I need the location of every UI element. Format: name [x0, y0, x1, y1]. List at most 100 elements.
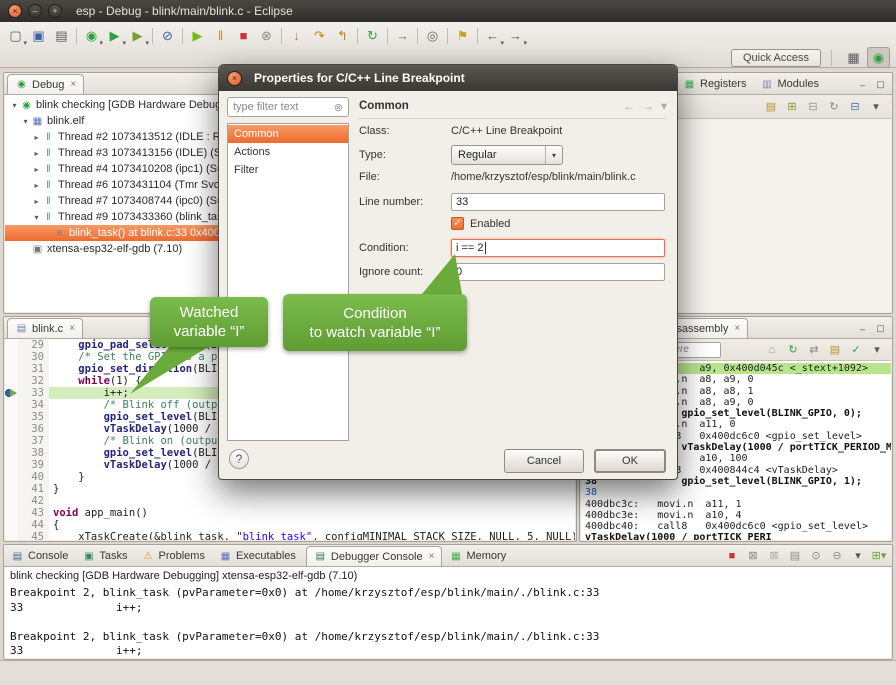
tab-console[interactable]: ▤Console	[4, 546, 75, 566]
refresh-icon[interactable]: ↻	[784, 341, 802, 358]
cancel-button[interactable]: Cancel	[504, 449, 584, 473]
back-icon[interactable]: ←▾	[481, 25, 504, 46]
restart-icon[interactable]: ↻	[361, 25, 384, 46]
expander-icon[interactable]: ▸	[31, 181, 42, 190]
remove-launch-icon[interactable]: ⊠	[744, 547, 762, 564]
ruler-cell	[5, 507, 18, 519]
expander-icon[interactable]: ▸	[31, 165, 42, 174]
debug-tree-item-label: Thread #4 1073410208 (ipc1) (Susp	[58, 163, 235, 175]
print-icon[interactable]: ▤	[50, 25, 73, 46]
minimize-view-icon[interactable]: –	[855, 322, 870, 335]
run-icon[interactable]: ▶▾	[103, 25, 126, 46]
console-output[interactable]: Breakpoint 2, blink_task (pvParameter=0x…	[5, 586, 891, 658]
filter-input[interactable]: type filter text ⊗	[227, 97, 349, 117]
restore-groups-icon[interactable]: ↻	[825, 98, 843, 115]
maximize-view-icon[interactable]: ▢	[873, 322, 888, 335]
line-number: 32	[18, 375, 49, 387]
enabled-label: Enabled	[470, 218, 510, 230]
view-window-buttons: – ▢	[855, 78, 892, 94]
home-icon[interactable]: ⌂	[763, 341, 781, 358]
expander-icon[interactable]: ▸	[31, 133, 42, 142]
tab-memory[interactable]: ▦Memory	[442, 546, 513, 566]
disconnect-icon[interactable]: ⊗	[255, 25, 278, 46]
quick-access-button[interactable]: Quick Access	[731, 49, 821, 67]
tab-blink-c[interactable]: ▤ blink.c ×	[7, 318, 83, 338]
sync-selection-icon[interactable]: ⇄	[805, 341, 823, 358]
line-number-input[interactable]: 33	[451, 193, 665, 211]
dialog-nav-item-common[interactable]: Common	[228, 125, 348, 143]
view-menu-icon[interactable]: ▾	[868, 341, 886, 358]
forward-icon[interactable]: →	[642, 99, 654, 113]
scroll-lock-icon[interactable]: ⊙	[807, 547, 825, 564]
show-source-icon[interactable]: ▤	[826, 341, 844, 358]
tab-modules[interactable]: ▥Modules	[753, 74, 826, 94]
remove-all-launches-icon[interactable]: ⊠	[765, 547, 783, 564]
external-tools-icon[interactable]: ▶▾	[126, 25, 149, 46]
step-into-icon[interactable]: ↓	[285, 25, 308, 46]
terminate-icon[interactable]: ■	[723, 547, 741, 564]
expander-icon[interactable]: ▸	[31, 149, 42, 158]
minimize-view-icon[interactable]: –	[855, 78, 870, 91]
close-tab-icon[interactable]: ×	[69, 323, 75, 334]
skip-breakpoints-icon[interactable]: ⊘	[156, 25, 179, 46]
step-over-icon[interactable]: ↷	[308, 25, 331, 46]
view-menu-icon[interactable]: ▾	[661, 99, 667, 113]
code-text: xTaskCreate(&blink_task, "blink_task", c…	[49, 531, 575, 540]
tab-executables[interactable]: ▦Executables	[212, 546, 303, 566]
resume-icon[interactable]: ▶	[186, 25, 209, 46]
display-console-icon[interactable]: ▾	[849, 547, 867, 564]
dialog-close-icon[interactable]: ×	[227, 71, 242, 86]
suspend-icon[interactable]: ‖	[209, 25, 232, 46]
dialog-nav-item-filter[interactable]: Filter	[228, 161, 348, 179]
step-return-icon[interactable]: ↰	[331, 25, 354, 46]
close-tab-icon[interactable]: ×	[70, 79, 76, 90]
type-dropdown[interactable]: Regular ▾	[451, 145, 563, 165]
save-icon[interactable]: ▣	[27, 25, 50, 46]
close-tab-icon[interactable]: ×	[734, 323, 740, 334]
show-columns-icon[interactable]: ▤	[762, 98, 780, 115]
close-tab-icon[interactable]: ×	[429, 551, 435, 562]
instruction-stepping-icon[interactable]: →	[391, 25, 414, 46]
new-wizard-icon[interactable]: ▢▾	[4, 25, 27, 46]
add-register-group-icon[interactable]: ⊞	[783, 98, 801, 115]
remove-register-group-icon[interactable]: ⊟	[804, 98, 822, 115]
tab-problems[interactable]: ⚠Problems	[134, 546, 211, 566]
view-menu-icon[interactable]: ▾	[867, 98, 885, 115]
clear-console-icon[interactable]: ▤	[786, 547, 804, 564]
pin-console-icon[interactable]: ⊖	[828, 547, 846, 564]
enabled-checkbox[interactable]: ✓	[451, 217, 464, 230]
ruler-cell	[5, 471, 18, 483]
condition-row: Condition: i == 2	[359, 239, 665, 257]
thread-icon: ‖	[42, 179, 55, 192]
tab-registers[interactable]: ▦Registers	[676, 74, 753, 94]
tab-debugger-console[interactable]: ▤Debugger Console×	[306, 546, 443, 566]
expander-icon[interactable]: ▾	[9, 101, 20, 110]
tab-debug[interactable]: ◉ Debug ×	[7, 74, 84, 94]
expander-icon[interactable]: ▾	[31, 213, 42, 222]
tab-tasks[interactable]: ▣Tasks	[75, 546, 134, 566]
forward-icon[interactable]: →▾	[504, 25, 527, 46]
window-maximize-icon[interactable]: +	[48, 4, 62, 18]
collapse-all-icon[interactable]: ⊟	[846, 98, 864, 115]
back-icon[interactable]: ←	[623, 99, 635, 113]
track-expression-icon[interactable]: ✓	[847, 341, 865, 358]
condition-input[interactable]: i == 2	[451, 239, 665, 257]
expander-icon[interactable]: ▾	[20, 117, 31, 126]
mark-occurrences-icon[interactable]: ⚑	[451, 25, 474, 46]
debug-icon[interactable]: ◉▾	[80, 25, 103, 46]
dialog-nav-list: CommonActionsFilter	[227, 123, 349, 441]
help-button[interactable]: ?	[229, 449, 249, 469]
ok-button[interactable]: OK	[594, 449, 666, 473]
window-close-icon[interactable]: ×	[8, 4, 22, 18]
search-icon[interactable]: ◎	[421, 25, 444, 46]
dialog-nav-item-actions[interactable]: Actions	[228, 143, 348, 161]
terminate-icon[interactable]: ■	[232, 25, 255, 46]
open-perspective-icon[interactable]: ▦	[842, 47, 865, 68]
open-console-icon[interactable]: ⊞▾	[870, 547, 888, 564]
ignore-count-input[interactable]: 0	[451, 263, 665, 281]
window-minimize-icon[interactable]: –	[28, 4, 42, 18]
debug-perspective-icon[interactable]: ◉	[867, 47, 890, 68]
expander-icon[interactable]: ▸	[31, 197, 42, 206]
maximize-view-icon[interactable]: ▢	[873, 78, 888, 91]
clear-filter-icon[interactable]: ⊗	[334, 101, 343, 114]
